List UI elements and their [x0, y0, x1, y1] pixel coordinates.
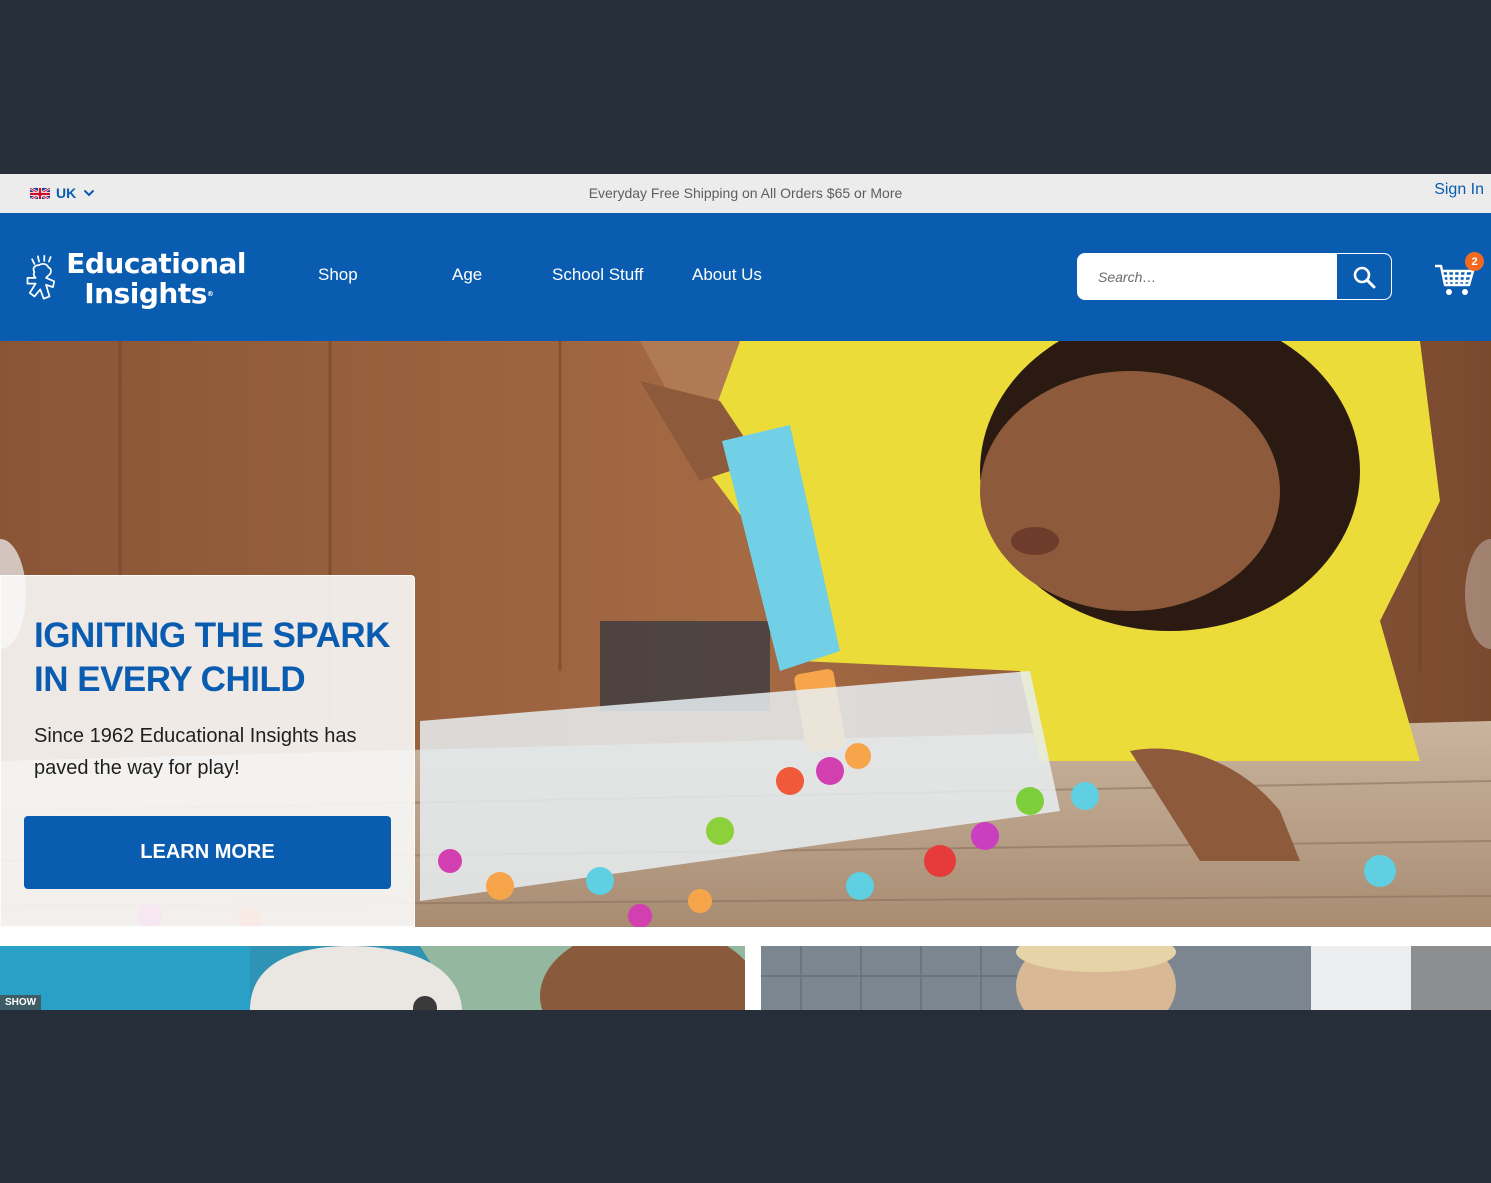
free-shipping-message: Everyday Free Shipping on All Orders $65… — [588, 185, 903, 201]
nav-about-us[interactable]: About Us — [692, 265, 762, 285]
promo-tile-right[interactable] — [761, 946, 1491, 1010]
top-promo-bar: UK Everyday Free Shipping on All Orders … — [0, 174, 1491, 213]
hero-banner: IGNITING THE SPARK IN EVERY CHILD Since … — [0, 341, 1491, 927]
web-page: UK Everyday Free Shipping on All Orders … — [0, 174, 1491, 1010]
promo-tile-left[interactable]: SHOW — [0, 946, 745, 1010]
learn-more-button[interactable]: LEARN MORE — [24, 816, 391, 889]
logo-kid-icon — [26, 254, 56, 300]
cart-button[interactable]: 2 — [1434, 252, 1484, 297]
search-button[interactable] — [1337, 254, 1391, 299]
hero-text-card: IGNITING THE SPARK IN EVERY CHILD Since … — [0, 575, 415, 927]
hero-subtitle: Since 1962 Educational Insights has pave… — [34, 725, 357, 779]
nav-age[interactable]: Age — [452, 265, 482, 285]
site-header: Educational Insights® Shop Age School St… — [0, 213, 1491, 341]
promo-tile-right-image — [761, 946, 1491, 1010]
search-input[interactable] — [1078, 254, 1338, 299]
nav-school-stuff[interactable]: School Stuff — [552, 265, 643, 285]
cart-count-badge: 2 — [1465, 252, 1484, 271]
logo-wordmark: Educational Insights® — [66, 249, 246, 309]
educational-insights-logo[interactable]: Educational Insights® — [24, 237, 246, 321]
show-tag: SHOW — [0, 995, 42, 1010]
sign-in-link[interactable]: Sign In — [1434, 181, 1484, 199]
search-box — [1077, 253, 1392, 300]
nav-shop[interactable]: Shop — [318, 265, 358, 285]
search-icon — [1353, 266, 1376, 288]
logo-trademark: ® — [206, 290, 214, 298]
promo-tile-left-image — [0, 946, 745, 1010]
hero-title: IGNITING THE SPARK IN EVERY CHILD — [34, 616, 390, 699]
logo-line-1: Educational — [66, 247, 246, 280]
logo-line-2: Insights — [84, 277, 207, 310]
